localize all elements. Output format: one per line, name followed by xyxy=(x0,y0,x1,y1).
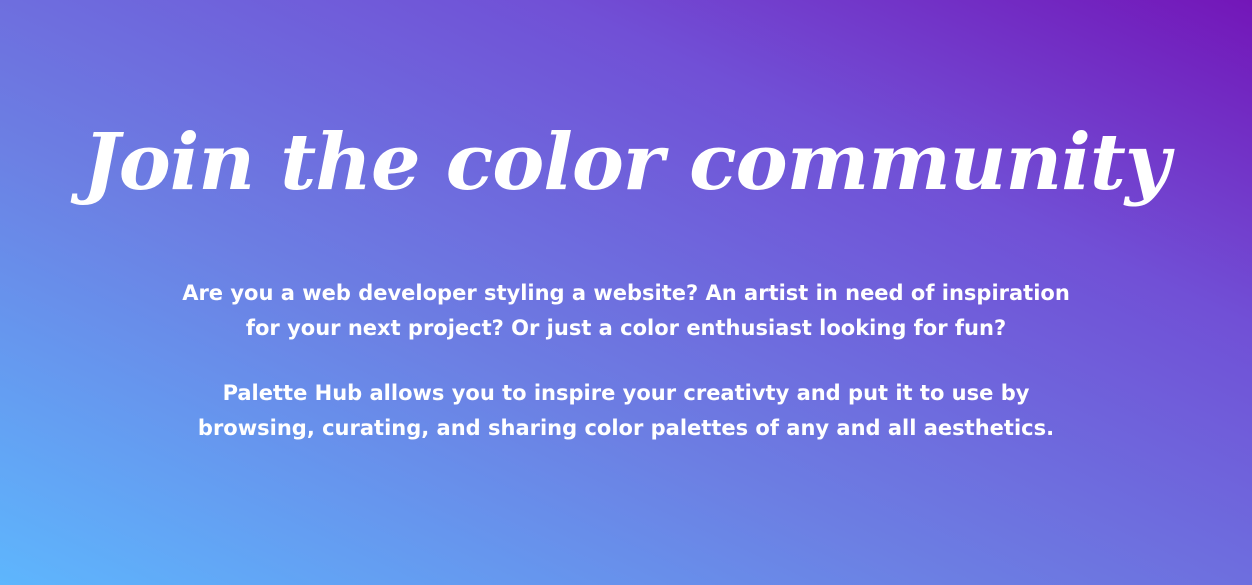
intro-paragraph-description: Palette Hub allows you to inspire your c… xyxy=(197,381,1055,440)
intro-paragraph-audience: Are you a web developer styling a websit… xyxy=(182,281,1070,340)
hero-title: Join the color community xyxy=(82,117,1170,208)
hero-section: Join the color community Are you a web d… xyxy=(0,0,1252,585)
